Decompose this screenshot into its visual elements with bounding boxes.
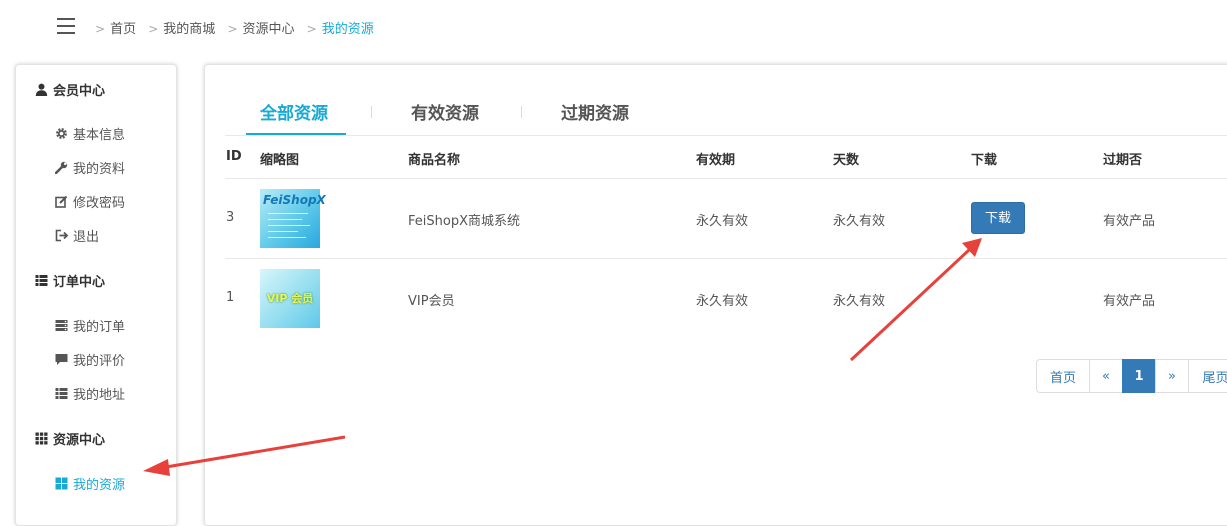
resource-panel: 全部资源 有效资源 过期资源 ID 缩略图 商品名称 有效期 天数 下载 过期否… <box>204 64 1227 526</box>
column-header-expired: 过期否 <box>1103 153 1143 168</box>
page-prev-button[interactable]: « <box>1089 359 1123 393</box>
tab-expired-resources[interactable]: 过期资源 <box>561 99 629 124</box>
sidebar-item-my-resources[interactable]: 我的资源 <box>55 474 125 493</box>
tab-valid-resources[interactable]: 有效资源 <box>411 99 479 124</box>
cell-id: 1 <box>226 290 235 305</box>
tab-separator <box>521 106 522 118</box>
page-next-button[interactable]: » <box>1155 359 1189 393</box>
list-icon <box>55 388 68 399</box>
column-header-product-name: 商品名称 <box>408 153 461 168</box>
breadcrumb-separator: > <box>148 22 159 36</box>
logout-icon <box>55 229 68 242</box>
user-icon <box>35 83 48 96</box>
sidebar-item-change-password[interactable]: 修改密码 <box>55 192 125 211</box>
sidebar-item-my-orders[interactable]: 我的订单 <box>55 316 125 335</box>
breadcrumb-resource-center[interactable]: 资源中心 <box>243 22 295 37</box>
page-current[interactable]: 1 <box>1122 359 1156 393</box>
tab-all-resources[interactable]: 全部资源 <box>260 99 328 124</box>
page-last-button[interactable]: 尾页 <box>1188 359 1227 393</box>
server-icon <box>55 320 68 331</box>
breadcrumb-separator: > <box>227 22 238 36</box>
cell-validity: 永久有效 <box>696 294 749 309</box>
sidebar-item-my-profile[interactable]: 我的资料 <box>55 158 125 177</box>
sidebar-item-basic-info[interactable]: 基本信息 <box>55 124 125 143</box>
tab-separator <box>371 106 372 118</box>
windows-icon <box>55 477 68 490</box>
column-header-thumbnail: 缩略图 <box>260 153 300 168</box>
product-thumbnail: FeiShopX <box>260 189 326 248</box>
cell-status: 有效产品 <box>1103 294 1156 309</box>
breadcrumb: > 首页 > 我的商城 > 资源中心 > 我的资源 <box>95 18 382 37</box>
cell-validity: 永久有效 <box>696 214 749 229</box>
breadcrumb-separator: > <box>306 22 317 36</box>
page-first-button[interactable]: 首页 <box>1036 359 1090 393</box>
sidebar-item-logout[interactable]: 退出 <box>55 226 99 245</box>
sidebar-item-my-address[interactable]: 我的地址 <box>55 384 125 403</box>
sidebar: 会员中心 基本信息 我的资料 修改密码 退出 订单中心 我的订单 我的评价 我的… <box>15 64 177 526</box>
list-icon <box>35 275 48 286</box>
thumbnail-logo-text: FeiShopX <box>263 193 326 207</box>
table-header-divider <box>225 178 1227 179</box>
gear-icon <box>56 128 67 139</box>
cell-days: 永久有效 <box>833 294 886 309</box>
cell-days: 永久有效 <box>833 214 886 229</box>
breadcrumb-home[interactable]: 首页 <box>110 22 136 37</box>
wrench-icon <box>55 161 68 174</box>
menu-toggle-icon[interactable] <box>57 18 75 35</box>
sidebar-heading-member-center: 会员中心 <box>35 80 105 99</box>
breadcrumb-separator: > <box>95 22 106 36</box>
thumbnail-vip-text: VIP 会员 <box>266 292 314 305</box>
cell-status: 有效产品 <box>1103 214 1156 229</box>
sidebar-item-my-reviews[interactable]: 我的评价 <box>55 350 125 369</box>
column-header-days: 天数 <box>833 153 860 168</box>
row-divider <box>225 258 1227 259</box>
sidebar-heading-resource-center: 资源中心 <box>35 429 105 448</box>
sidebar-heading-order-center: 订单中心 <box>35 271 105 290</box>
edit-icon <box>55 195 68 208</box>
comment-icon <box>55 354 68 365</box>
grid-icon <box>35 432 48 445</box>
pagination: 首页 « 1 » 尾页 <box>1036 359 1227 393</box>
download-button[interactable]: 下载 <box>971 202 1025 234</box>
cell-id: 3 <box>226 210 235 225</box>
cell-product-name: FeiShopX商城系统 <box>408 214 520 229</box>
tabs-divider <box>225 135 1227 136</box>
column-header-id: ID <box>226 149 242 164</box>
breadcrumb-my-mall[interactable]: 我的商城 <box>163 22 215 37</box>
product-thumbnail: VIP 会员 <box>260 269 320 328</box>
column-header-download: 下载 <box>971 153 998 168</box>
cell-product-name: VIP会员 <box>408 294 455 309</box>
column-header-validity: 有效期 <box>696 153 736 168</box>
breadcrumb-my-resources: 我的资源 <box>321 22 374 37</box>
